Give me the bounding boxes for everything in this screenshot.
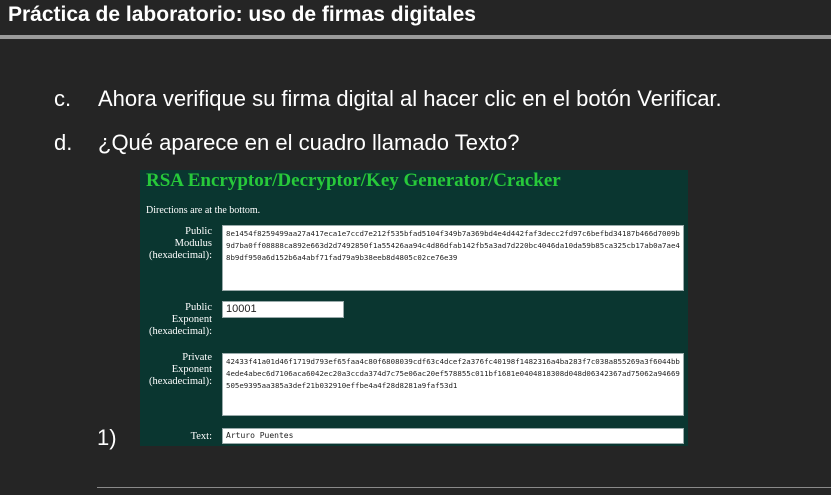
title-divider xyxy=(0,35,831,39)
public-exponent-label: Public Exponent (hexadecimal): xyxy=(149,302,212,337)
slide-title: Práctica de laboratorio: uso de firmas d… xyxy=(8,3,476,26)
public-modulus-label: Public Modulus (hexadecimal): xyxy=(149,226,212,261)
step-c: c. Ahora verifique su firma digital al ha… xyxy=(54,86,722,112)
step-c-text: Ahora verifique su firma digital al hace… xyxy=(98,86,722,111)
rsa-app-screenshot: RSA Encryptor/Decryptor/Key Generator/Cr… xyxy=(140,170,688,446)
text-label: Text: xyxy=(190,431,212,442)
answer-marker: 1) xyxy=(97,425,117,450)
public-exponent-field[interactable]: 10001 xyxy=(222,301,344,318)
step-d: d. ¿Qué aparece en el cuadro llamado Text… xyxy=(54,130,520,156)
app-title: RSA Encryptor/Decryptor/Key Generator/Cr… xyxy=(146,170,561,191)
text-field[interactable]: Arturo Puentes xyxy=(222,428,684,444)
step-d-marker: d. xyxy=(54,130,73,155)
step-c-marker: c. xyxy=(54,86,72,111)
private-exponent-field[interactable]: 42433f41a01d46f1719d793ef65faa4c80f68080… xyxy=(222,353,684,416)
step-d-text: ¿Qué aparece en el cuadro llamado Texto? xyxy=(98,130,520,155)
private-exponent-label: Private Exponent (hexadecimal): xyxy=(149,352,212,387)
public-modulus-field[interactable]: 8e1454f8259499aa27a417eca1e7ccd7e212f535… xyxy=(222,225,684,291)
answer-line xyxy=(97,487,831,488)
app-directions: Directions are at the bottom. xyxy=(146,205,261,216)
